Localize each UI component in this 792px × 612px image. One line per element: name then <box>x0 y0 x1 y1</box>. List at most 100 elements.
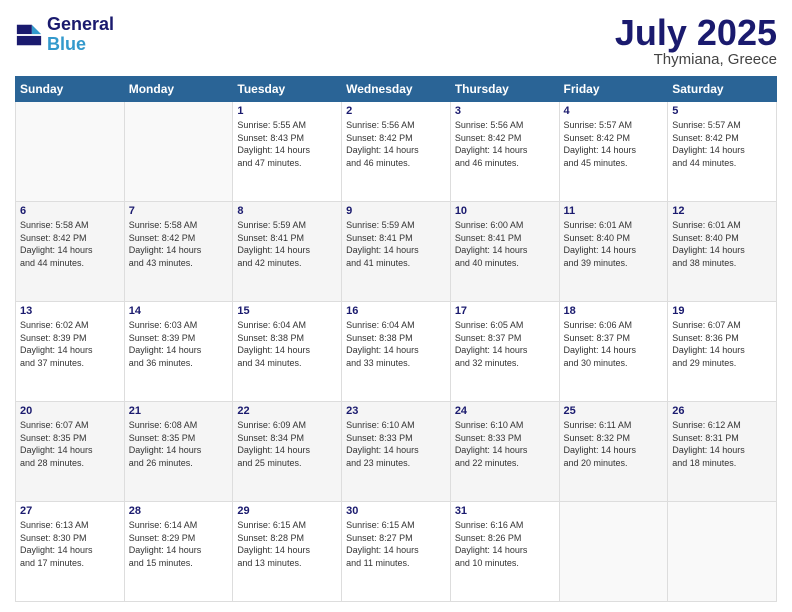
calendar-day-cell: 23Sunrise: 6:10 AM Sunset: 8:33 PM Dayli… <box>342 402 451 502</box>
calendar-week-row: 6 Sunrise: 5:58 AM Sunset: 8:42 PM Daylig… <box>16 202 777 302</box>
calendar-day-cell: 16 Sunrise: 6:04 AM Sunset: 8:38 PM Dayli… <box>342 302 451 402</box>
calendar-day-cell: 3 Sunrise: 5:56 AM Sunset: 8:42 PM Daylig… <box>450 102 559 202</box>
calendar-empty-cell <box>559 502 668 602</box>
day-info: Sunrise: 6:01 AM Sunset: 8:40 PM Dayligh… <box>564 219 664 269</box>
day-info: Sunrise: 6:00 AM Sunset: 8:41 PM Dayligh… <box>455 219 555 269</box>
day-number: 26 <box>672 405 772 417</box>
day-number: 9 <box>346 205 446 217</box>
day-info: Sunrise: 6:15 AM Sunset: 8:28 PM Dayligh… <box>237 519 337 569</box>
day-number: 30 <box>346 505 446 517</box>
weekday-header-thursday: Thursday <box>450 77 559 102</box>
weekday-header-row: SundayMondayTuesdayWednesdayThursdayFrid… <box>16 77 777 102</box>
day-number: 19 <box>672 305 772 317</box>
day-info: Sunrise: 5:58 AM Sunset: 8:42 PM Dayligh… <box>129 219 229 269</box>
day-info: Sunrise: 6:14 AM Sunset: 8:29 PM Dayligh… <box>129 519 229 569</box>
day-number: 5 <box>672 105 772 117</box>
calendar-day-cell: 5 Sunrise: 5:57 AM Sunset: 8:42 PM Daylig… <box>668 102 777 202</box>
calendar-week-row: 20Sunrise: 6:07 AM Sunset: 8:35 PM Dayli… <box>16 402 777 502</box>
weekday-header-wednesday: Wednesday <box>342 77 451 102</box>
calendar-empty-cell <box>668 502 777 602</box>
day-info: Sunrise: 6:13 AM Sunset: 8:30 PM Dayligh… <box>20 519 120 569</box>
calendar-day-cell: 9Sunrise: 5:59 AM Sunset: 8:41 PM Daylig… <box>342 202 451 302</box>
calendar-table: SundayMondayTuesdayWednesdayThursdayFrid… <box>15 76 777 602</box>
day-number: 6 <box>20 205 120 217</box>
day-info: Sunrise: 6:05 AM Sunset: 8:37 PM Dayligh… <box>455 319 555 369</box>
day-info: Sunrise: 6:01 AM Sunset: 8:40 PM Dayligh… <box>672 219 772 269</box>
day-info: Sunrise: 6:04 AM Sunset: 8:38 PM Dayligh… <box>346 319 446 369</box>
calendar-week-row: 13Sunrise: 6:02 AM Sunset: 8:39 PM Dayli… <box>16 302 777 402</box>
day-info: Sunrise: 5:58 AM Sunset: 8:42 PM Dayligh… <box>20 219 120 269</box>
page-container: General Blue July 2025 Thymiana, Greece … <box>0 0 792 612</box>
day-info: Sunrise: 6:06 AM Sunset: 8:37 PM Dayligh… <box>564 319 664 369</box>
day-number: 10 <box>455 205 555 217</box>
title-block: July 2025 Thymiana, Greece <box>615 15 777 68</box>
day-number: 4 <box>564 105 664 117</box>
calendar-week-row: 27 Sunrise: 6:13 AM Sunset: 8:30 PM Dayli… <box>16 502 777 602</box>
calendar-day-cell: 1 Sunrise: 5:55 AM Sunset: 8:43 PM Daylig… <box>233 102 342 202</box>
day-info: Sunrise: 5:59 AM Sunset: 8:41 PM Dayligh… <box>237 219 337 269</box>
calendar-day-cell: 31 Sunrise: 6:16 AM Sunset: 8:26 PM Dayli… <box>450 502 559 602</box>
calendar-day-cell: 21Sunrise: 6:08 AM Sunset: 8:35 PM Dayli… <box>124 402 233 502</box>
weekday-header-friday: Friday <box>559 77 668 102</box>
day-number: 16 <box>346 305 446 317</box>
calendar-day-cell: 10 Sunrise: 6:00 AM Sunset: 8:41 PM Dayli… <box>450 202 559 302</box>
weekday-header-sunday: Sunday <box>16 77 125 102</box>
day-number: 31 <box>455 505 555 517</box>
day-number: 8 <box>237 205 337 217</box>
day-info: Sunrise: 6:10 AM Sunset: 8:33 PM Dayligh… <box>455 419 555 469</box>
day-info: Sunrise: 6:16 AM Sunset: 8:26 PM Dayligh… <box>455 519 555 569</box>
calendar-day-cell: 20Sunrise: 6:07 AM Sunset: 8:35 PM Dayli… <box>16 402 125 502</box>
calendar-day-cell: 2 Sunrise: 5:56 AM Sunset: 8:42 PM Daylig… <box>342 102 451 202</box>
calendar-day-cell: 15 Sunrise: 6:04 AM Sunset: 8:38 PM Dayli… <box>233 302 342 402</box>
month-year: July 2025 <box>615 15 777 51</box>
day-number: 24 <box>455 405 555 417</box>
calendar-day-cell: 28Sunrise: 6:14 AM Sunset: 8:29 PM Dayli… <box>124 502 233 602</box>
day-info: Sunrise: 5:55 AM Sunset: 8:43 PM Dayligh… <box>237 119 337 169</box>
day-number: 20 <box>20 405 120 417</box>
weekday-header-tuesday: Tuesday <box>233 77 342 102</box>
day-number: 11 <box>564 205 664 217</box>
calendar-day-cell: 4 Sunrise: 5:57 AM Sunset: 8:42 PM Daylig… <box>559 102 668 202</box>
calendar-day-cell: 18Sunrise: 6:06 AM Sunset: 8:37 PM Dayli… <box>559 302 668 402</box>
day-number: 25 <box>564 405 664 417</box>
day-number: 27 <box>20 505 120 517</box>
day-number: 1 <box>237 105 337 117</box>
day-number: 7 <box>129 205 229 217</box>
calendar-day-cell: 29 Sunrise: 6:15 AM Sunset: 8:28 PM Dayli… <box>233 502 342 602</box>
day-number: 3 <box>455 105 555 117</box>
day-info: Sunrise: 5:56 AM Sunset: 8:42 PM Dayligh… <box>346 119 446 169</box>
day-number: 12 <box>672 205 772 217</box>
day-info: Sunrise: 6:07 AM Sunset: 8:36 PM Dayligh… <box>672 319 772 369</box>
calendar-week-row: 1 Sunrise: 5:55 AM Sunset: 8:43 PM Daylig… <box>16 102 777 202</box>
day-number: 2 <box>346 105 446 117</box>
calendar-empty-cell <box>16 102 125 202</box>
calendar-day-cell: 19 Sunrise: 6:07 AM Sunset: 8:36 PM Dayli… <box>668 302 777 402</box>
day-number: 15 <box>237 305 337 317</box>
calendar-day-cell: 25Sunrise: 6:11 AM Sunset: 8:32 PM Dayli… <box>559 402 668 502</box>
day-info: Sunrise: 6:12 AM Sunset: 8:31 PM Dayligh… <box>672 419 772 469</box>
weekday-header-monday: Monday <box>124 77 233 102</box>
day-info: Sunrise: 6:03 AM Sunset: 8:39 PM Dayligh… <box>129 319 229 369</box>
day-info: Sunrise: 5:57 AM Sunset: 8:42 PM Dayligh… <box>564 119 664 169</box>
location: Thymiana, Greece <box>615 51 777 68</box>
day-info: Sunrise: 6:08 AM Sunset: 8:35 PM Dayligh… <box>129 419 229 469</box>
calendar-day-cell: 26 Sunrise: 6:12 AM Sunset: 8:31 PM Dayli… <box>668 402 777 502</box>
day-info: Sunrise: 5:57 AM Sunset: 8:42 PM Dayligh… <box>672 119 772 169</box>
logo-text: General Blue <box>47 15 114 55</box>
calendar-empty-cell <box>124 102 233 202</box>
header: General Blue July 2025 Thymiana, Greece <box>15 15 777 68</box>
day-info: Sunrise: 6:04 AM Sunset: 8:38 PM Dayligh… <box>237 319 337 369</box>
calendar-day-cell: 12 Sunrise: 6:01 AM Sunset: 8:40 PM Dayli… <box>668 202 777 302</box>
calendar-day-cell: 7 Sunrise: 5:58 AM Sunset: 8:42 PM Daylig… <box>124 202 233 302</box>
calendar-day-cell: 30Sunrise: 6:15 AM Sunset: 8:27 PM Dayli… <box>342 502 451 602</box>
day-number: 17 <box>455 305 555 317</box>
calendar-day-cell: 6 Sunrise: 5:58 AM Sunset: 8:42 PM Daylig… <box>16 202 125 302</box>
day-info: Sunrise: 6:02 AM Sunset: 8:39 PM Dayligh… <box>20 319 120 369</box>
day-number: 29 <box>237 505 337 517</box>
day-info: Sunrise: 6:10 AM Sunset: 8:33 PM Dayligh… <box>346 419 446 469</box>
logo: General Blue <box>15 15 114 55</box>
day-info: Sunrise: 5:56 AM Sunset: 8:42 PM Dayligh… <box>455 119 555 169</box>
day-number: 22 <box>237 405 337 417</box>
calendar-day-cell: 22Sunrise: 6:09 AM Sunset: 8:34 PM Dayli… <box>233 402 342 502</box>
calendar-day-cell: 11 Sunrise: 6:01 AM Sunset: 8:40 PM Dayli… <box>559 202 668 302</box>
